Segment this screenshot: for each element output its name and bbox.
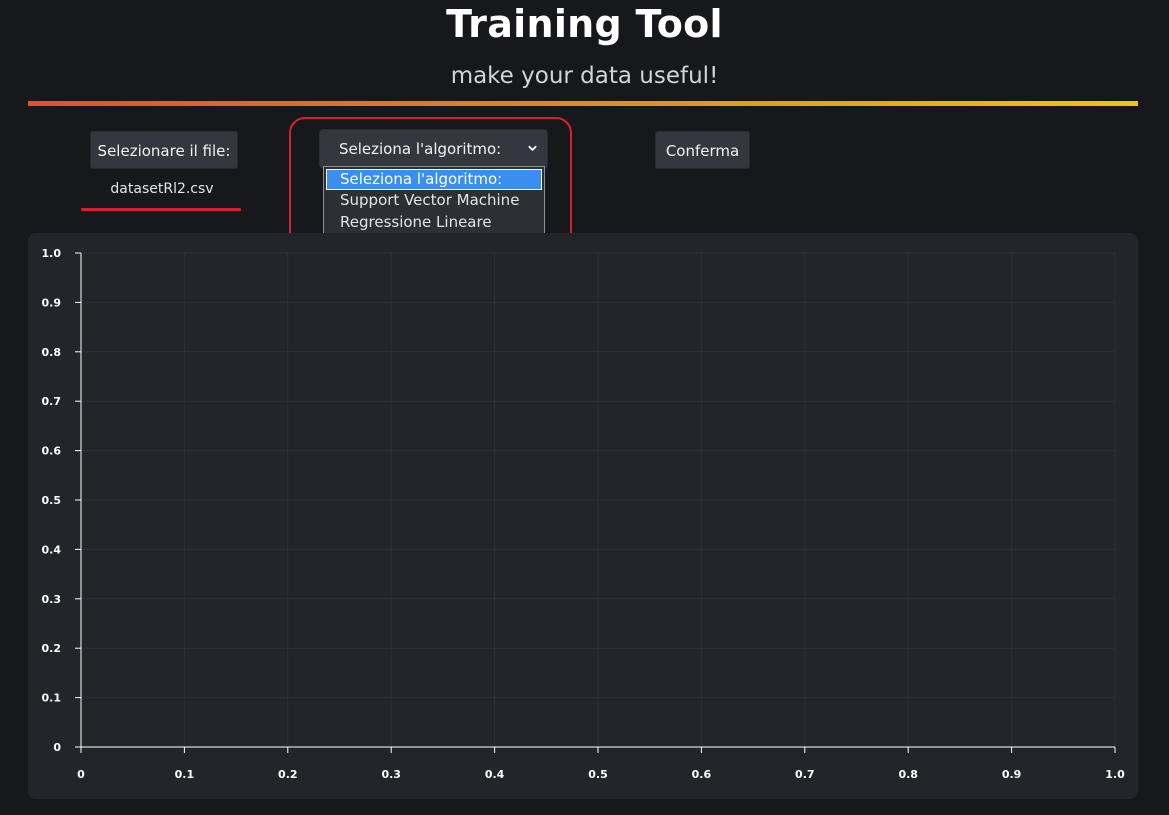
y-tick-label: 0.7	[42, 395, 62, 408]
x-tick-label: 0.7	[795, 768, 815, 781]
page-subtitle: make your data useful!	[450, 63, 719, 89]
x-tick-label: 0	[77, 768, 85, 781]
algorithm-dropdown-list: Seleziona l'algoritmo: Support Vector Ma…	[323, 166, 545, 234]
y-tick-label: 0.9	[42, 296, 62, 309]
y-tick-label: 0.3	[42, 593, 62, 606]
algorithm-select-value: Seleziona l'algoritmo:	[339, 140, 502, 158]
x-tick-label: 0.1	[175, 768, 195, 781]
file-name-underline	[81, 208, 241, 211]
y-tick-label: 0.1	[42, 692, 62, 705]
y-tick-label: 0.8	[42, 346, 62, 359]
x-tick-label: 0.9	[1002, 768, 1022, 781]
header-divider	[28, 101, 1138, 106]
app-window: Training Tool make your data useful! Sel…	[0, 0, 1169, 815]
chart-panel: 0 0.1 0.2 0.3 0.4 0.5 0.6 0.7 0.8 0.9 1.0 0 0.1 0.2 0.…	[28, 233, 1138, 799]
selected-file-name: datasetRl2.csv	[110, 181, 214, 197]
x-tick-label: 0.6	[692, 768, 712, 781]
page-title: Training Tool	[446, 2, 723, 46]
chart-canvas: 0 0.1 0.2 0.3 0.4 0.5 0.6 0.7 0.8 0.9 1.0 0 0.1 0.2 0.…	[42, 247, 1126, 781]
y-tick-label: 1.0	[42, 247, 62, 260]
x-tick-label: 0.3	[381, 768, 401, 781]
y-tick-label: 0.5	[42, 494, 62, 507]
dropdown-option-svm[interactable]: Support Vector Machine	[324, 190, 544, 211]
confirm-button[interactable]: Conferma	[655, 131, 750, 169]
y-tick-label: 0.6	[42, 445, 62, 458]
select-file-button[interactable]: Selezionare il file:	[90, 131, 238, 169]
y-tick-label: 0.2	[42, 642, 62, 655]
y-tick-label: 0	[53, 741, 61, 754]
x-tick-label: 0.4	[485, 768, 505, 781]
y-tick-label: 0.4	[42, 543, 62, 556]
algorithm-select[interactable]: Seleziona l'algoritmo:	[319, 129, 548, 169]
dropdown-option-linear-regression[interactable]: Regressione Lineare	[324, 212, 544, 233]
x-tick-label: 0.2	[278, 768, 298, 781]
chevron-down-icon	[528, 145, 537, 151]
x-tick-label: 0.8	[898, 768, 918, 781]
x-tick-label: 1.0	[1105, 768, 1125, 781]
x-tick-label: 0.5	[588, 768, 608, 781]
dropdown-option-placeholder[interactable]: Seleziona l'algoritmo:	[326, 169, 542, 190]
